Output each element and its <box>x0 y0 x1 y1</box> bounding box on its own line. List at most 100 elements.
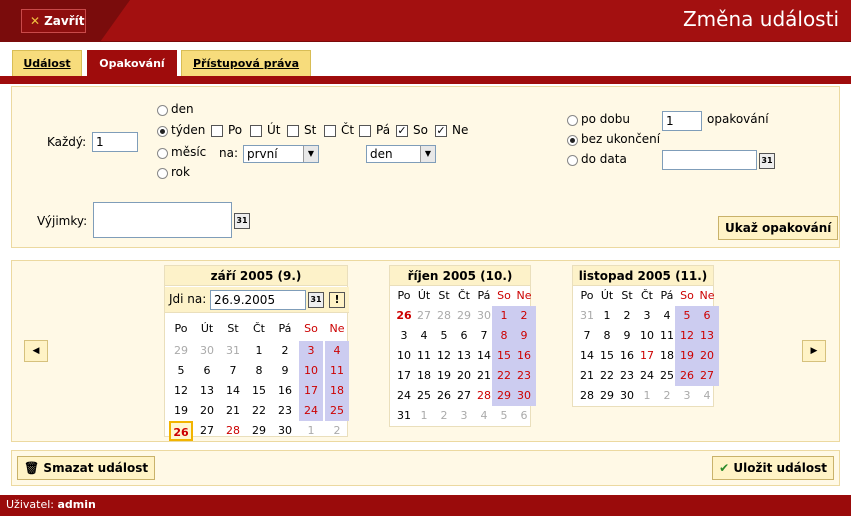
calendar-day[interactable]: 22 <box>247 401 271 421</box>
show-repeat-button[interactable]: Ukaž opakování <box>718 216 839 240</box>
calendar-day[interactable]: 2 <box>273 341 297 361</box>
every-label: Každý: <box>47 135 87 149</box>
calendar-day[interactable]: 23 <box>273 401 297 421</box>
calendar-day[interactable]: 1 <box>247 341 271 361</box>
checkbox-wed[interactable] <box>287 125 299 137</box>
save-event-button[interactable]: ✔ Uložit událost <box>712 456 834 480</box>
calendar-icon[interactable]: 31 <box>308 292 324 308</box>
calendar-day[interactable]: 11 <box>325 361 349 381</box>
checkbox-sat[interactable]: ✓ <box>396 125 408 137</box>
calendar-day[interactable]: 20 <box>195 401 219 421</box>
calendar-day[interactable]: 15 <box>247 381 271 401</box>
calendar-day[interactable]: 29 <box>169 341 193 361</box>
goto-date-input[interactable] <box>210 290 306 310</box>
calendar-day[interactable]: 20 <box>695 346 719 366</box>
header-bar: ✕ Zavřít Změna události <box>0 0 851 42</box>
calendar-day[interactable]: 4 <box>695 386 719 406</box>
every-input[interactable] <box>92 132 138 152</box>
delete-event-button[interactable]: 🗑 Smazat událost <box>17 456 156 480</box>
checkbox-fri[interactable] <box>359 125 371 137</box>
calendar-day[interactable]: 18 <box>325 381 349 401</box>
calendar-day[interactable]: 17 <box>299 381 323 401</box>
calendar-day[interactable]: 2 <box>325 421 349 441</box>
arrow-right-icon: ▶ <box>810 346 818 356</box>
label-thu: Čt <box>341 123 355 137</box>
checkbox-thu[interactable] <box>324 125 336 137</box>
calendar-day[interactable]: 29 <box>247 421 271 441</box>
radio-week[interactable] <box>157 126 168 137</box>
calendar-day[interactable]: 6 <box>512 406 536 426</box>
tab-event[interactable]: Událost <box>12 50 82 76</box>
calendar-day[interactable]: 9 <box>273 361 297 381</box>
calendar-day[interactable]: 16 <box>273 381 297 401</box>
calendar-icon[interactable]: 31 <box>234 213 250 229</box>
exceptions-textarea[interactable] <box>93 202 232 238</box>
tab-repeat[interactable]: Opakování <box>87 50 177 76</box>
calendar-icon[interactable]: 31 <box>759 153 775 169</box>
radio-month-label: měsíc <box>171 145 207 159</box>
month-which-value: první <box>247 147 278 161</box>
until-date-input[interactable] <box>662 150 757 170</box>
chevron-down-icon: ▼ <box>420 146 435 162</box>
calendar-day[interactable]: 10 <box>299 361 323 381</box>
calendar-day[interactable]: 30 <box>195 341 219 361</box>
radio-year[interactable] <box>157 168 168 179</box>
checkbox-sun[interactable]: ✓ <box>435 125 447 137</box>
calendar-october: říjen 2005 (10.) Po Út St Čt Pá So Ne 26 27 28 29 3… <box>389 265 536 427</box>
month-which-select[interactable]: první ▼ <box>243 145 319 163</box>
radio-until-date[interactable] <box>567 155 578 166</box>
calendar-day[interactable]: 6 <box>695 306 719 326</box>
calendar-day[interactable]: 26 <box>169 421 193 441</box>
calendar-day[interactable]: 21 <box>221 401 245 421</box>
calendar-day[interactable]: 25 <box>325 401 349 421</box>
calendar-day[interactable]: 27 <box>695 366 719 386</box>
month-day-select[interactable]: den ▼ <box>366 145 436 163</box>
calendar-day[interactable]: 24 <box>299 401 323 421</box>
weekday-header: Ne <box>329 322 345 335</box>
calendar-day[interactable]: 1 <box>299 421 323 441</box>
calendar-day[interactable]: 5 <box>169 361 193 381</box>
label-wed: St <box>304 123 317 137</box>
calendar-day[interactable]: 7 <box>221 361 245 381</box>
calendar-day[interactable]: 6 <box>195 361 219 381</box>
page-title: Změna události <box>682 7 839 31</box>
calendar-day[interactable]: 30 <box>512 386 536 406</box>
radio-for-count[interactable] <box>567 115 578 126</box>
close-button[interactable]: ✕ Zavřít <box>21 9 86 33</box>
count-input[interactable] <box>662 111 702 131</box>
calendar-day[interactable]: 31 <box>221 341 245 361</box>
calendar-day[interactable]: 23 <box>512 366 536 386</box>
go-button[interactable]: ! <box>329 292 345 308</box>
calendar-day[interactable]: 27 <box>195 421 219 441</box>
arrow-left-icon: ◀ <box>32 346 40 356</box>
calendar-day[interactable]: 14 <box>221 381 245 401</box>
calendar-day[interactable]: 28 <box>221 421 245 441</box>
next-month-button[interactable]: ▶ <box>802 340 826 362</box>
calendar-day[interactable]: 8 <box>247 361 271 381</box>
close-label: Zavřít <box>44 14 85 28</box>
radio-no-end[interactable] <box>567 135 578 146</box>
check-icon: ✓ <box>397 124 407 137</box>
calendar-panel: ◀ ▶ září 2005 (9.) Jdi na: 31 ! PoÚtStČt… <box>11 260 840 442</box>
user-label: Uživatel: <box>6 498 54 511</box>
repeat-settings-panel: Každý: den týden měsíc rok Po Út St Čt P… <box>11 86 840 248</box>
checkbox-mon[interactable] <box>211 125 223 137</box>
radio-month[interactable] <box>157 148 168 159</box>
calendar-day[interactable]: 9 <box>512 326 536 346</box>
calendar-day[interactable]: 13 <box>195 381 219 401</box>
user-name: admin <box>57 498 96 511</box>
calendar-day[interactable]: 16 <box>512 346 536 366</box>
goto-label: Jdi na: <box>169 292 207 306</box>
calendar-day[interactable]: 4 <box>325 341 349 361</box>
calendar-day[interactable]: 30 <box>273 421 297 441</box>
checkbox-tue[interactable] <box>250 125 262 137</box>
tab-access-rights[interactable]: Přístupová práva <box>181 50 311 76</box>
prev-month-button[interactable]: ◀ <box>24 340 48 362</box>
close-icon: ✕ <box>30 14 41 28</box>
calendar-day[interactable]: 12 <box>169 381 193 401</box>
calendar-day[interactable]: 2 <box>512 306 536 326</box>
calendar-day[interactable]: 19 <box>169 401 193 421</box>
calendar-day[interactable]: 3 <box>299 341 323 361</box>
calendar-day[interactable]: 13 <box>695 326 719 346</box>
radio-day[interactable] <box>157 105 168 116</box>
